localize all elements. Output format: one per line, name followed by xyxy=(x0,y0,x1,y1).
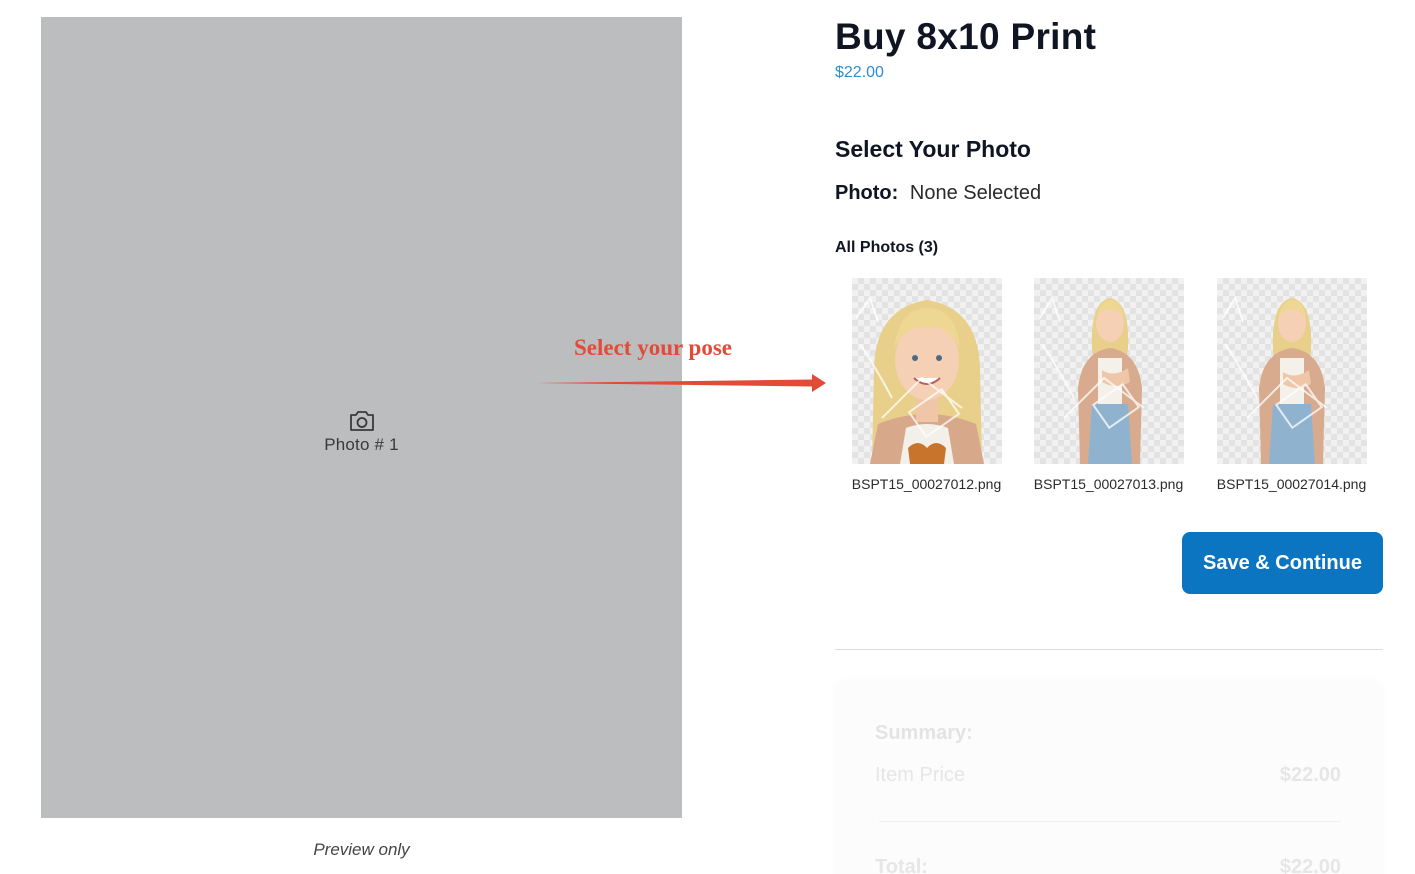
selected-photo-label: Photo: xyxy=(835,182,899,204)
summary-divider xyxy=(879,821,1341,822)
summary-total-row: Total: $22.00 xyxy=(875,856,1341,874)
summary-title: Summary: xyxy=(875,722,973,744)
annotation-label: Select your pose xyxy=(574,335,733,360)
photo-filename: BSPT15_00027013.png xyxy=(1033,476,1184,492)
portrait-photo-icon xyxy=(1221,295,1328,464)
summary-item-price-row: Item Price $22.00 xyxy=(875,764,1341,787)
select-photo-heading: Select Your Photo xyxy=(835,136,1031,162)
annotation-arrow-icon xyxy=(536,374,826,392)
selected-photo-value: None Selected xyxy=(909,182,1042,204)
photo-thumbnail[interactable]: BSPT15_00027014.png xyxy=(1200,278,1383,492)
total-label: Total: xyxy=(875,856,928,874)
total-value: $22.00 xyxy=(1279,856,1341,874)
photo-thumbnail-grid: BSPT15_00027012.png BSPT15_00027013.png … xyxy=(835,278,1383,498)
order-summary: Summary: Item Price $22.00 Total: $22.00 xyxy=(835,680,1383,874)
selected-photo-status: Photo: None Selected xyxy=(835,182,1041,205)
item-price-label: Item Price xyxy=(875,764,966,786)
item-price-value: $22.00 xyxy=(1279,764,1341,786)
save-continue-button[interactable]: Save & Continue xyxy=(1182,532,1383,594)
product-price: $22.00 xyxy=(835,64,884,81)
photo-filename: BSPT15_00027012.png xyxy=(851,476,1002,492)
photo-thumbnail-image[interactable] xyxy=(1216,278,1367,464)
photo-thumbnail[interactable]: BSPT15_00027013.png xyxy=(1017,278,1200,492)
preview-placeholder: Photo # 1 xyxy=(41,409,682,455)
all-photos-heading: All Photos (3) xyxy=(835,239,939,256)
product-page: Photo # 1 Preview only Select your pose … xyxy=(0,0,1415,874)
portrait-photo-icon xyxy=(1038,295,1145,464)
print-preview: Photo # 1 xyxy=(41,17,682,818)
product-title: Buy 8x10 Print xyxy=(835,16,1097,57)
photo-thumbnail[interactable]: BSPT15_00027012.png xyxy=(835,278,1018,492)
preview-caption: Preview only xyxy=(313,840,410,859)
camera-icon xyxy=(349,411,374,431)
section-divider xyxy=(835,649,1383,650)
photo-thumbnail-image[interactable] xyxy=(1033,278,1184,464)
photo-filename: BSPT15_00027014.png xyxy=(1216,476,1367,492)
photo-slot-label: Photo # 1 xyxy=(324,435,399,454)
photo-thumbnail-image[interactable] xyxy=(851,278,1002,464)
portrait-photo-icon xyxy=(854,295,984,464)
